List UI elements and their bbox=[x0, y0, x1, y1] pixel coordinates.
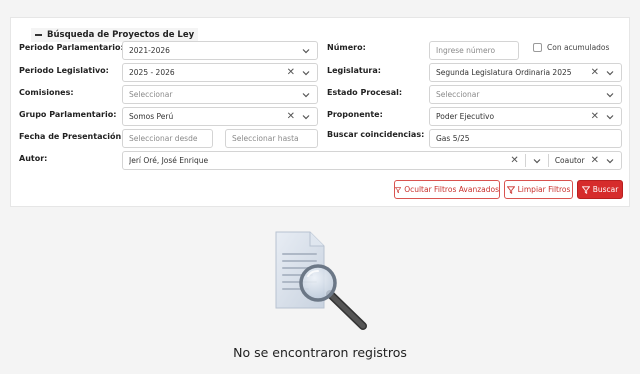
comisiones-select[interactable]: Seleccionar bbox=[122, 85, 318, 104]
label-buscar-coincidencias: Buscar coincidencias: bbox=[327, 130, 425, 139]
checkbox-box[interactable] bbox=[533, 43, 542, 52]
panel-title: Búsqueda de Proyectos de Ley bbox=[47, 30, 195, 40]
label-legislatura: Legislatura: bbox=[327, 66, 381, 75]
con-acumulados-checkbox[interactable]: Con acumulados bbox=[533, 43, 609, 52]
autor-select[interactable]: Jerí Oré, José Enrique ✕ Coautor ✕ bbox=[122, 151, 622, 170]
empty-results-message: No se encontraron registros bbox=[233, 345, 407, 360]
chevron-down-icon bbox=[302, 92, 310, 97]
chevron-down-icon bbox=[533, 158, 541, 163]
chevron-down-icon bbox=[302, 114, 310, 119]
clear-icon[interactable]: ✕ bbox=[510, 155, 518, 166]
clear-icon[interactable]: ✕ bbox=[287, 67, 295, 78]
clear-icon[interactable]: ✕ bbox=[591, 67, 599, 78]
panel-legend[interactable]: Búsqueda de Proyectos de Ley bbox=[31, 28, 199, 42]
chevron-down-icon bbox=[606, 70, 614, 75]
filter-icon bbox=[395, 186, 402, 193]
clear-icon[interactable]: ✕ bbox=[287, 111, 295, 122]
chevron-down-icon bbox=[606, 158, 614, 163]
label-fecha-presentacion: Fecha de Presentación: bbox=[19, 132, 125, 141]
estado-procesal-select[interactable]: Seleccionar bbox=[429, 85, 622, 104]
label-comisiones: Comisiones: bbox=[19, 88, 74, 97]
fecha-desde-input[interactable]: Seleccionar desde bbox=[122, 129, 213, 148]
no-results-icon bbox=[275, 231, 367, 330]
chevron-down-icon bbox=[606, 114, 614, 119]
proponente-select[interactable]: Poder Ejecutivo ✕ bbox=[429, 107, 622, 126]
clear-icon[interactable]: ✕ bbox=[591, 155, 599, 166]
chevron-down-icon bbox=[302, 70, 310, 75]
label-autor: Autor: bbox=[19, 154, 48, 163]
search-panel: Búsqueda de Proyectos de Ley Periodo Par… bbox=[10, 17, 630, 207]
filter-clear-icon bbox=[506, 185, 515, 194]
label-grupo-parlamentario: Grupo Parlamentario: bbox=[19, 110, 117, 119]
label-proponente: Proponente: bbox=[327, 110, 383, 119]
label-numero: Número: bbox=[327, 43, 366, 52]
ocultar-filtros-button[interactable]: Ocultar Filtros Avanzados bbox=[394, 180, 500, 199]
buscar-coincidencias-input[interactable]: Gas 5/25 bbox=[429, 129, 622, 148]
fecha-hasta-input[interactable]: Seleccionar hasta bbox=[225, 129, 318, 148]
limpiar-filtros-button[interactable]: Limpiar Filtros bbox=[504, 180, 573, 199]
grupo-parlamentario-select[interactable]: Somos Perú ✕ bbox=[122, 107, 318, 126]
numero-input[interactable]: Ingrese número bbox=[429, 41, 519, 60]
chevron-down-icon bbox=[606, 92, 614, 97]
buscar-button[interactable]: Buscar bbox=[577, 180, 623, 199]
label-periodo-legislativo: Periodo Legislativo: bbox=[19, 66, 109, 75]
chevron-down-icon bbox=[302, 48, 310, 53]
filter-icon bbox=[581, 185, 590, 194]
label-periodo-parlamentario: Periodo Parlamentario: bbox=[19, 43, 124, 52]
periodo-legislativo-select[interactable]: 2025 - 2026 ✕ bbox=[122, 63, 318, 82]
collapse-icon[interactable] bbox=[35, 34, 42, 36]
label-estado-procesal: Estado Procesal: bbox=[327, 88, 403, 97]
legislatura-select[interactable]: Segunda Legislatura Ordinaria 2025 ✕ bbox=[429, 63, 622, 82]
periodo-parlamentario-select[interactable]: 2021-2026 bbox=[122, 41, 318, 60]
autor-tipo-select[interactable]: Coautor ✕ bbox=[549, 155, 621, 166]
clear-icon[interactable]: ✕ bbox=[591, 111, 599, 122]
